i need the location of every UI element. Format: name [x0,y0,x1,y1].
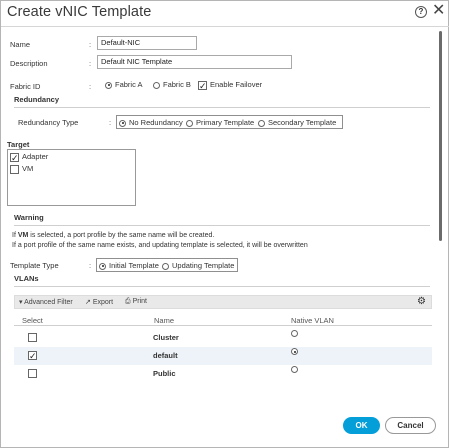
vlans-divider [14,286,430,287]
redundancy-colon: : [109,118,112,127]
name-colon: : [89,40,92,49]
description-input[interactable]: Default NIC Template [97,55,292,69]
checkmark-icon: ✓ [198,80,207,91]
radio-icon [258,119,265,127]
name-label: Name [10,40,31,49]
target-item-label: VM [22,164,34,173]
redundancy-divider [14,107,430,108]
redundancy-type-label: Redundancy Type [18,118,79,127]
column-header-select: Select [22,316,43,325]
checkmark-icon: ✓ [10,152,19,163]
row-checkbox[interactable] [28,333,37,342]
no-redundancy-radio[interactable]: No Redundancy [119,118,183,127]
vlan-toolbar: ▾ Advanced Filter ↗ Export ⎙ Print ⚙ [14,295,432,309]
print-icon: ⎙ [125,298,131,305]
updating-template-label: Updating Template [172,261,235,270]
fabric-id-label: Fabric ID [10,82,41,91]
checkbox-icon [10,164,19,174]
warning-section-title: Warning [14,213,44,222]
fabric-a-radio[interactable]: Fabric A [105,80,143,89]
row-checkbox[interactable]: ✓ [28,351,37,361]
description-colon: : [89,59,92,68]
warning-divider [14,225,430,226]
fabric-a-label: Fabric A [115,80,143,89]
native-vlan-radio[interactable] [291,366,298,373]
warning-text: is selected, a port profile by the same … [28,232,215,239]
advanced-filter-label: Advanced Filter [24,299,73,306]
column-header-native-vlan: Native VLAN [291,316,334,325]
filter-icon: ▾ [19,299,23,306]
scrollbar[interactable] [439,31,442,241]
gear-icon[interactable]: ⚙ [417,296,426,307]
secondary-template-radio[interactable]: Secondary Template [258,118,336,127]
description-label: Description [10,59,48,68]
warning-line-2: If a port profile of the same name exist… [12,242,308,249]
template-type-colon: : [89,261,92,270]
initial-template-radio[interactable]: Initial Template [99,261,159,270]
vlans-section-title: VLANs [14,274,39,283]
radio-icon [162,262,169,270]
close-icon[interactable]: ✕ [432,3,445,19]
target-item-label: Adapter [22,152,49,161]
warning-line-1: If VM is selected, a port profile by the… [12,232,214,239]
fabric-b-label: Fabric B [163,80,191,89]
advanced-filter-button[interactable]: ▾ Advanced Filter [19,298,73,306]
table-row[interactable]: Cluster [14,329,432,347]
help-icon[interactable]: ? [415,6,427,18]
target-item-vm[interactable]: VM [10,164,33,174]
initial-template-label: Initial Template [109,261,159,270]
export-label: Export [92,299,114,306]
warning-vm-bold: VM [17,232,29,239]
template-type-label: Template Type [10,261,59,270]
fabric-b-radio[interactable]: Fabric B [153,80,191,89]
column-header-name: Name [154,316,175,325]
radio-icon [186,119,193,127]
cancel-button[interactable]: Cancel [385,417,436,434]
title-divider [1,26,449,27]
export-icon: ↗ [85,299,91,306]
table-row[interactable]: ✓ default [14,347,432,365]
print-button[interactable]: ⎙ Print [125,298,147,306]
radio-selected-icon [105,81,112,89]
redundancy-section-title: Redundancy [14,95,60,104]
no-redundancy-label: No Redundancy [129,118,183,127]
native-vlan-radio[interactable] [291,348,298,355]
target-section-title: Target [7,140,30,149]
create-vnic-template-dialog: Create vNIC Template ? ✕ Name : Default-… [0,0,449,448]
target-item-adapter[interactable]: ✓ Adapter [10,152,48,162]
name-input[interactable]: Default-NIC [97,36,197,50]
radio-icon [153,81,160,89]
secondary-template-label: Secondary Template [268,118,337,127]
vlan-name: Cluster [153,333,179,342]
export-button[interactable]: ↗ Export [85,298,113,306]
dialog-title: Create vNIC Template [7,4,152,20]
radio-selected-icon [99,262,106,270]
enable-failover-checkbox[interactable]: ✓ Enable Failover [198,80,262,90]
row-checkbox[interactable] [28,369,37,378]
primary-template-label: Primary Template [196,118,255,127]
target-listbox: ✓ Adapter VM [7,149,136,206]
vlan-name: default [153,351,178,360]
primary-template-radio[interactable]: Primary Template [186,118,254,127]
print-label: Print [132,298,147,305]
native-vlan-radio[interactable] [291,330,298,337]
enable-failover-label: Enable Failover [210,80,263,89]
updating-template-radio[interactable]: Updating Template [162,261,234,270]
fabric-colon: : [89,82,92,91]
table-row[interactable]: Public [14,365,432,383]
table-header-divider [14,325,432,326]
vlan-name: Public [153,369,176,378]
ok-button[interactable]: OK [343,417,380,434]
radio-selected-icon [119,119,126,127]
